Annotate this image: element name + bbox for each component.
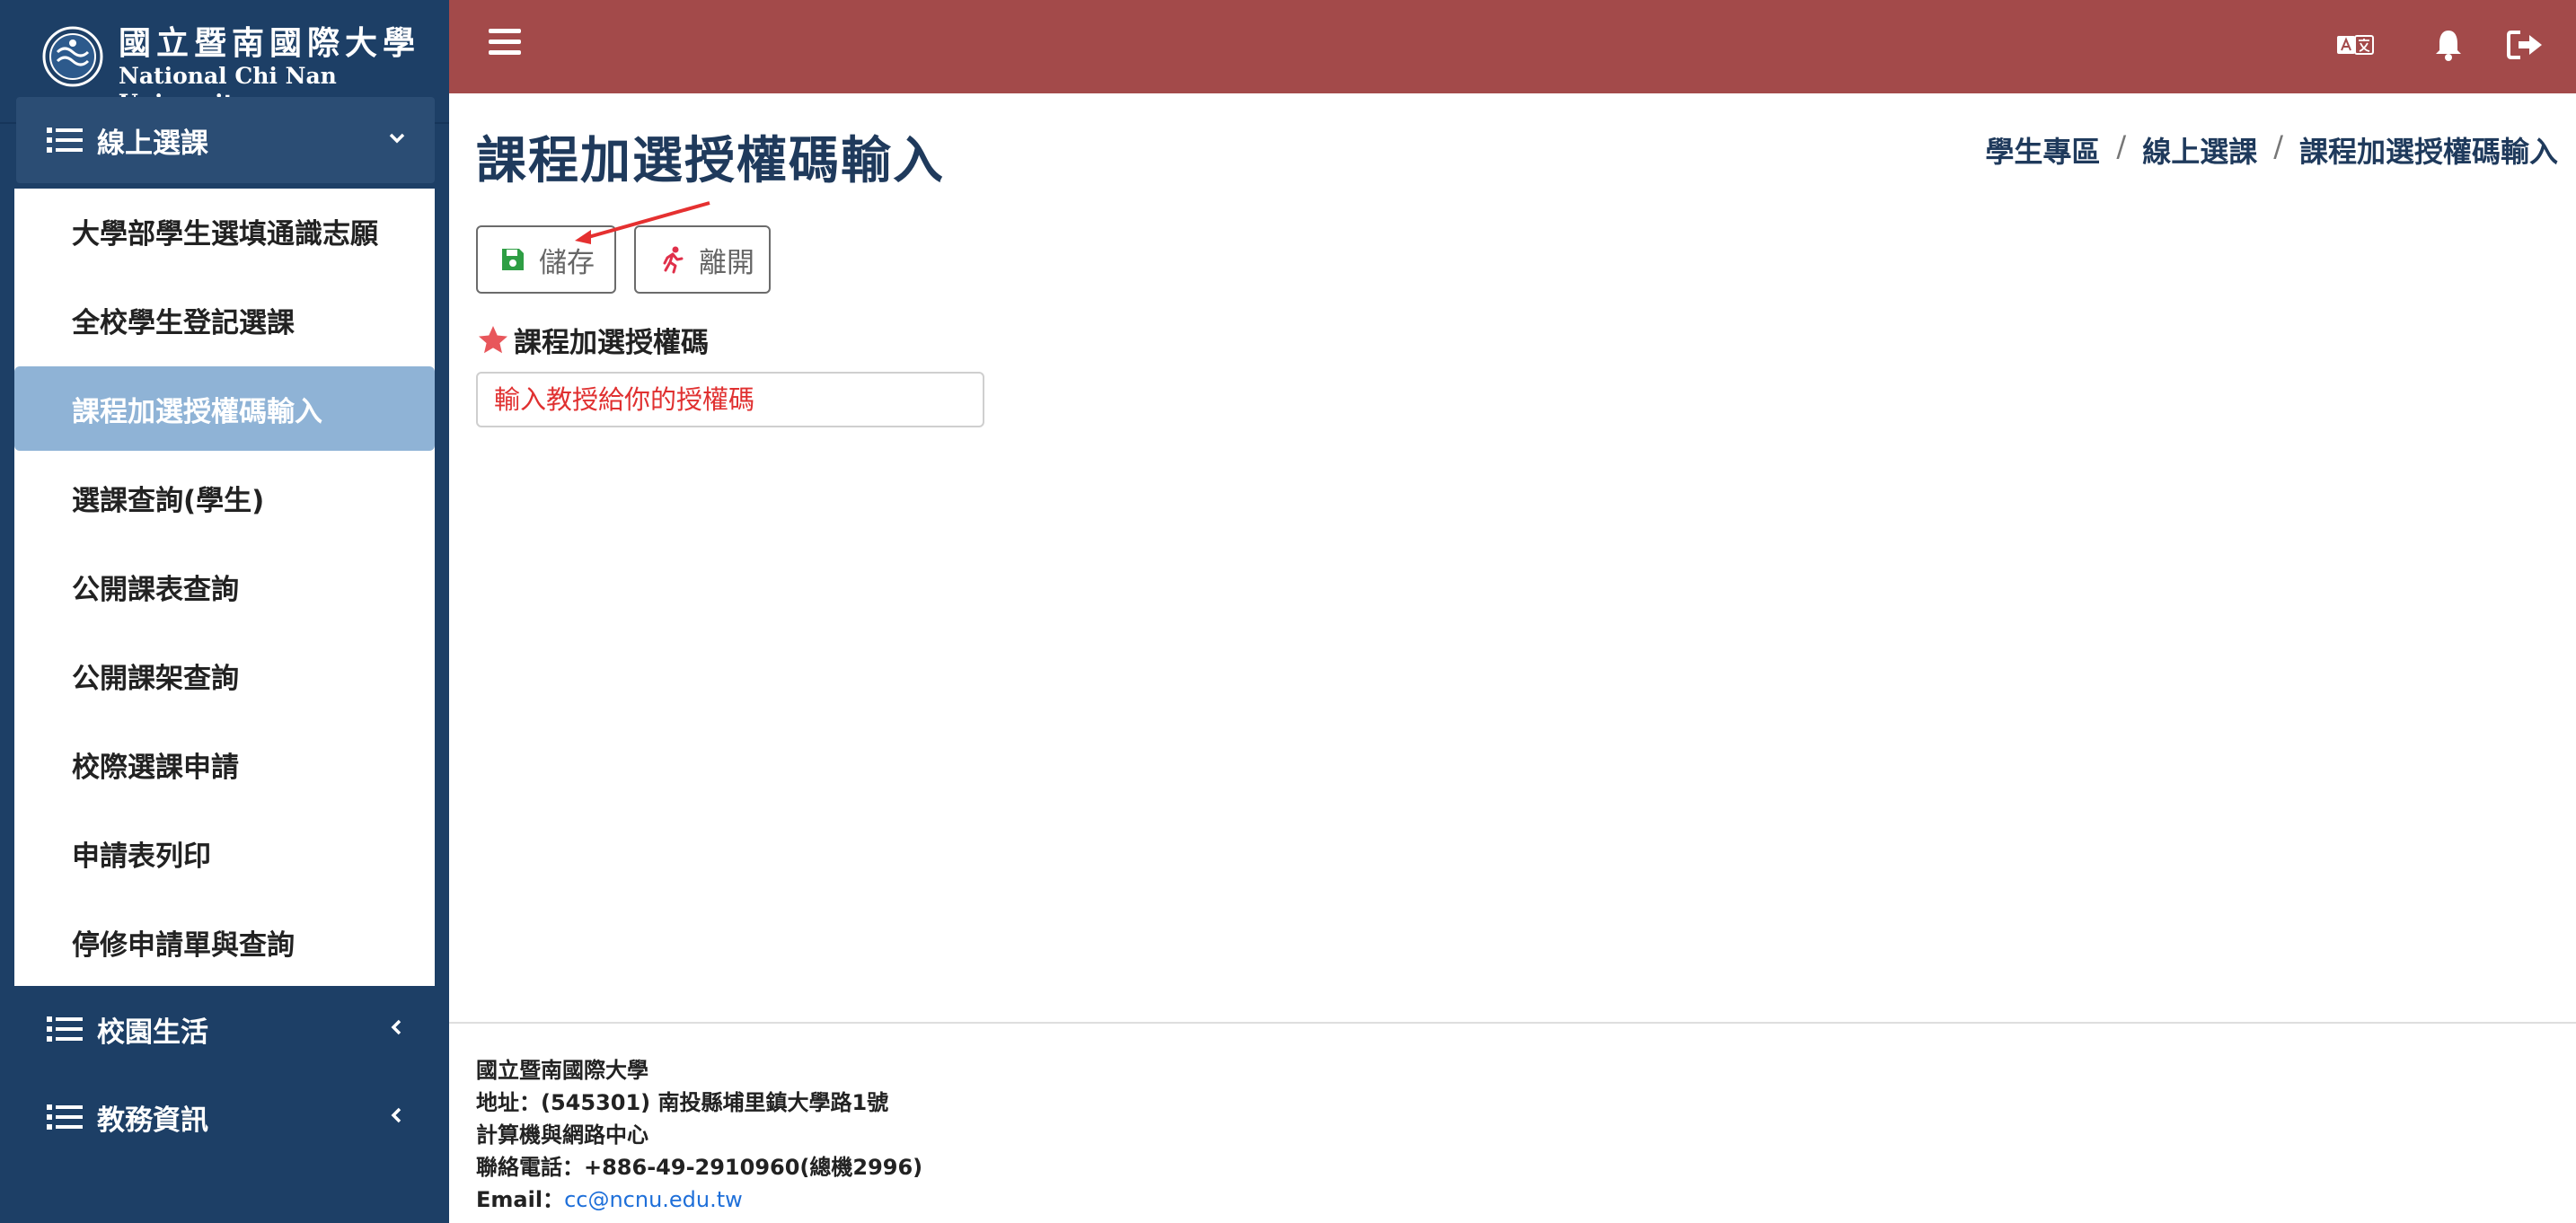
sidebar-item-label: 停修申請單與查詢 xyxy=(72,928,295,962)
auth-code-field-label: 課程加選授權碼 xyxy=(476,320,709,360)
save-button-label: 儲存 xyxy=(539,246,595,279)
footer: 國立暨南國際大學 地址：(545301) 南投縣埔里鎮大學路1號 計算機與網路中… xyxy=(449,1022,2576,1223)
sidebar-item-label: 申請表列印 xyxy=(72,840,211,873)
submenu-online-course: 大學部學生選填通識志願 全校學生登記選課 課程加選授權碼輸入 選課查詢(學生) … xyxy=(14,189,435,986)
sidebar-item-general-education-wish[interactable]: 大學部學生選填通識志願 xyxy=(14,189,435,273)
footer-phone: 聯絡電話：+886-49-2910960(總機2996) xyxy=(476,1155,923,1180)
chevron-left-icon xyxy=(391,1019,401,1035)
sidebar-item-course-registration[interactable]: 全校學生登記選課 xyxy=(14,277,435,362)
breadcrumb-item-current: 課程加選授權碼輸入 xyxy=(2298,135,2558,169)
menu-icon[interactable] xyxy=(489,29,521,56)
sidebar-group-online-course[interactable]: 線上選課 xyxy=(16,97,435,183)
sidebar-item-withdrawal-application[interactable]: 停修申請單與查詢 xyxy=(14,900,435,984)
sidebar-group-label: 線上選課 xyxy=(97,127,208,160)
sidebar-item-label: 全校學生登記選課 xyxy=(72,306,295,339)
sidebar-item-public-course-structure[interactable]: 公開課架查詢 xyxy=(14,633,435,717)
translate-icon[interactable] xyxy=(2335,27,2375,63)
sidebar-item-authorization-code[interactable]: 課程加選授權碼輸入 xyxy=(14,366,435,451)
sidebar: 國立暨南國際大學 National Chi Nan University 線上選… xyxy=(0,0,449,1223)
sidebar-item-label: 公開課架查詢 xyxy=(72,662,239,695)
sidebar-item-label: 選課查詢(學生) xyxy=(72,484,265,517)
footer-email-row: Email：cc@ncnu.edu.tw xyxy=(476,1183,2576,1216)
star-icon xyxy=(479,325,507,353)
sidebar-group-label: 教務資訊 xyxy=(97,1104,208,1137)
leave-button-label: 離開 xyxy=(699,246,754,279)
sidebar-item-label: 課程加選授權碼輸入 xyxy=(72,395,322,428)
list-icon xyxy=(47,1104,83,1130)
save-button[interactable]: 儲存 xyxy=(476,225,616,294)
page-title: 課程加選授權碼輸入 xyxy=(476,132,945,190)
list-icon xyxy=(47,128,83,153)
top-bar xyxy=(449,0,2576,93)
sidebar-group-label: 校園生活 xyxy=(97,1016,208,1049)
footer-address: 地址：(545301) 南投縣埔里鎮大學路1號 xyxy=(476,1090,889,1115)
university-logo-icon xyxy=(42,26,103,87)
sidebar-item-course-query[interactable]: 選課查詢(學生) xyxy=(14,455,435,540)
breadcrumb: 學生專區 / 線上選課 / 課程加選授權碼輸入 xyxy=(1985,129,2558,171)
footer-university-name: 國立暨南國際大學 xyxy=(476,1058,648,1083)
sidebar-item-label: 公開課表查詢 xyxy=(72,573,239,606)
sidebar-item-label: 大學部學生選填通識志願 xyxy=(72,217,378,251)
breadcrumb-item-online-course[interactable]: 線上選課 xyxy=(2142,129,2257,171)
footer-email-link[interactable]: cc@ncnu.edu.tw xyxy=(564,1187,743,1212)
footer-unit: 計算機與網路中心 xyxy=(476,1122,648,1148)
logout-icon[interactable] xyxy=(2506,27,2545,63)
chevron-down-icon xyxy=(389,133,405,144)
floppy-disk-icon xyxy=(502,249,524,270)
brand-name-zh: 國立暨南國際大學 xyxy=(119,24,421,62)
running-person-icon xyxy=(663,246,684,274)
breadcrumb-separator: / xyxy=(2116,129,2127,163)
footer-email-label: Email： xyxy=(476,1187,565,1212)
breadcrumb-item-student-area[interactable]: 學生專區 xyxy=(1985,129,2100,171)
sidebar-group-campus-life[interactable]: 校園生活 xyxy=(16,986,435,1072)
sidebar-item-label: 校際選課申請 xyxy=(72,751,239,784)
sidebar-item-public-timetable[interactable]: 公開課表查詢 xyxy=(14,544,435,629)
field-label-text: 課程加選授權碼 xyxy=(514,327,709,359)
chevron-left-icon xyxy=(391,1107,401,1123)
sidebar-item-inter-school-application[interactable]: 校際選課申請 xyxy=(14,722,435,806)
leave-button[interactable]: 離開 xyxy=(634,225,771,294)
bell-icon[interactable] xyxy=(2429,27,2468,63)
sidebar-group-academic-info[interactable]: 教務資訊 xyxy=(16,1074,435,1160)
auth-code-input[interactable] xyxy=(476,372,984,427)
sidebar-item-print-application[interactable]: 申請表列印 xyxy=(14,811,435,895)
breadcrumb-separator: / xyxy=(2273,129,2283,163)
list-icon xyxy=(47,1016,83,1042)
